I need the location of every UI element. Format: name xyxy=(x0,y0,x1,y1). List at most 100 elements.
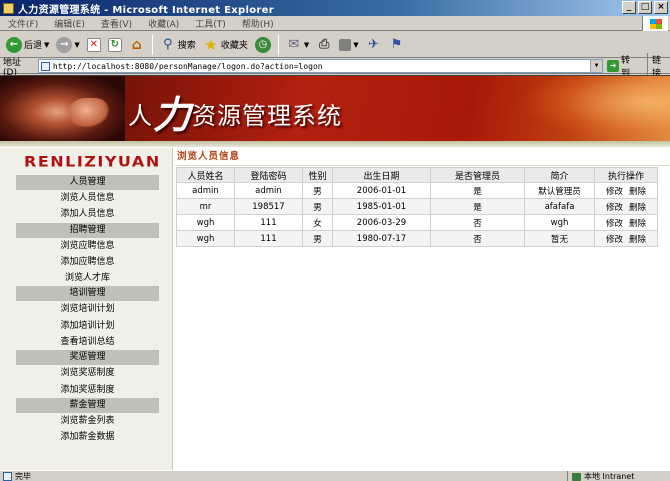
edit-button[interactable]: ▼ xyxy=(337,34,360,56)
sidebar-item-browse-rewards[interactable]: 浏览奖惩制度 xyxy=(16,365,159,381)
address-input[interactable]: http://localhost:8080/personManage/logon… xyxy=(37,59,604,73)
sidebar-item-browse-training[interactable]: 浏览培训计划 xyxy=(16,301,159,317)
page-icon xyxy=(40,62,50,71)
sidebar-section-rewards: 奖惩管理 xyxy=(16,350,159,366)
menu-edit[interactable]: 编辑(E) xyxy=(46,17,93,30)
research-icon: ⚑ xyxy=(390,37,403,52)
cell-password: 111 xyxy=(234,230,303,247)
stop-icon: ✕ xyxy=(86,37,101,52)
edit-link[interactable]: 修改 xyxy=(606,235,623,245)
column-header-password: 登陆密码 xyxy=(234,167,303,183)
address-url: http://localhost:8080/personManage/logon… xyxy=(52,61,323,71)
close-button[interactable]: × xyxy=(654,1,668,14)
cell-intro: wgh xyxy=(524,214,595,231)
edit-icon xyxy=(339,38,352,51)
menu-bar: 文件(F) 编辑(E) 查看(V) 收藏(A) 工具(T) 帮助(H) xyxy=(0,16,670,31)
cell-birth-date: 2006-01-01 xyxy=(332,182,431,199)
refresh-button[interactable]: ↻ xyxy=(106,34,124,56)
cell-birth-date: 1980-07-17 xyxy=(332,230,431,247)
cell-name: admin xyxy=(176,182,235,199)
cell-name: wgh xyxy=(176,214,235,231)
cell-intro: 暂无 xyxy=(524,230,595,247)
page-viewport: 人力资源管理系统 RENLIZIYUAN 人员管理 浏览人员信息 添加人员信息 … xyxy=(0,75,670,470)
search-icon: ⚲ xyxy=(163,37,173,52)
research-button[interactable]: ⚑ xyxy=(387,34,407,56)
refresh-icon: ↻ xyxy=(107,37,122,52)
column-header-birth-date: 出生日期 xyxy=(332,167,431,183)
delete-link[interactable]: 删除 xyxy=(629,219,646,229)
header-banner: 人力资源管理系统 xyxy=(0,76,670,141)
banner-divider xyxy=(0,141,670,147)
sidebar-item-browse-applicants[interactable]: 浏览应聘信息 xyxy=(16,238,159,254)
cell-is-admin: 否 xyxy=(430,230,525,247)
menu-tools[interactable]: 工具(T) xyxy=(187,17,234,30)
cell-password: admin xyxy=(234,182,303,199)
stop-button[interactable]: ✕ xyxy=(85,34,103,56)
intranet-zone-icon xyxy=(572,472,581,481)
sidebar-item-add-applicants[interactable]: 添加应聘信息 xyxy=(16,254,159,270)
messenger-button[interactable]: ✈ xyxy=(364,34,384,56)
delete-link[interactable]: 删除 xyxy=(629,203,646,213)
sidebar-item-browse-salary[interactable]: 浏览薪金列表 xyxy=(16,413,159,429)
sidebar: RENLIZIYUAN 人员管理 浏览人员信息 添加人员信息 招聘管理 浏览应聘… xyxy=(0,148,173,470)
cell-intro: afafafa xyxy=(524,198,595,215)
delete-link[interactable]: 删除 xyxy=(629,235,646,245)
ie-page-icon xyxy=(3,2,14,14)
page-title: 浏览人员信息 xyxy=(175,148,670,166)
cell-gender: 男 xyxy=(302,230,333,247)
printer-icon: ⎙ xyxy=(319,37,330,52)
sidebar-section-salary: 薪金管理 xyxy=(16,397,159,413)
back-button[interactable]: ← 后退 ▼ xyxy=(4,34,51,56)
print-button[interactable]: ⎙ xyxy=(314,34,334,56)
cell-name: wgh xyxy=(176,230,235,247)
cell-actions: 修改 删除 xyxy=(594,182,658,199)
page-done-icon xyxy=(3,471,12,481)
cell-gender: 女 xyxy=(302,214,333,231)
edit-link[interactable]: 修改 xyxy=(606,187,623,197)
menu-help[interactable]: 帮助(H) xyxy=(234,17,282,30)
cell-actions: 修改 删除 xyxy=(594,198,658,215)
toolbar-separator xyxy=(151,34,153,55)
cell-gender: 男 xyxy=(302,182,333,199)
sidebar-item-talent-pool[interactable]: 浏览人才库 xyxy=(16,270,159,286)
edit-link[interactable]: 修改 xyxy=(606,219,623,229)
messenger-icon: ✈ xyxy=(368,37,380,52)
minimize-button[interactable]: _ xyxy=(622,1,636,14)
sidebar-item-browse-personnel[interactable]: 浏览人员信息 xyxy=(16,190,159,206)
cell-is-admin: 否 xyxy=(430,214,525,231)
edit-dropdown-icon[interactable]: ▼ xyxy=(353,41,358,49)
mail-button[interactable]: ✉ ▼ xyxy=(284,34,311,56)
cell-password: 111 xyxy=(234,214,303,231)
delete-link[interactable]: 删除 xyxy=(629,187,646,197)
table-row: mr 198517 男 1985-01-01 是 afafafa 修改 删除 xyxy=(176,198,658,215)
table-row: wgh 111 女 2006-03-29 否 wgh 修改 删除 xyxy=(176,214,658,231)
address-dropdown-icon[interactable]: ▼ xyxy=(590,60,603,72)
search-button[interactable]: ⚲ 搜索 xyxy=(158,34,198,56)
system-title-big-char: 力 xyxy=(153,92,193,137)
column-header-is-admin: 是否管理员 xyxy=(430,167,525,183)
table-row: wgh 111 男 1980-07-17 否 暂无 修改 删除 xyxy=(176,230,658,247)
forward-dropdown-icon[interactable]: ▼ xyxy=(74,41,79,49)
sidebar-item-add-salary[interactable]: 添加薪金数据 xyxy=(16,429,159,445)
menu-favorites[interactable]: 收藏(A) xyxy=(140,17,187,30)
sidebar-item-training-summary[interactable]: 查看培训总结 xyxy=(16,334,159,350)
star-icon: ★ xyxy=(204,35,218,54)
maximize-button[interactable]: □ xyxy=(638,1,652,14)
mail-dropdown-icon[interactable]: ▼ xyxy=(304,41,309,49)
home-button[interactable]: ⌂ xyxy=(127,34,147,56)
menu-file[interactable]: 文件(F) xyxy=(0,17,46,30)
forward-button[interactable]: → ▼ xyxy=(54,34,81,56)
favorites-button[interactable]: ★ 收藏夹 xyxy=(201,34,250,56)
history-button[interactable]: ◷ xyxy=(253,34,273,56)
sidebar-item-add-training[interactable]: 添加培训计划 xyxy=(16,318,159,334)
home-icon: ⌂ xyxy=(131,36,142,53)
edit-link[interactable]: 修改 xyxy=(606,203,623,213)
back-dropdown-icon[interactable]: ▼ xyxy=(44,41,49,49)
cell-gender: 男 xyxy=(302,198,333,215)
sidebar-item-add-personnel[interactable]: 添加人员信息 xyxy=(16,206,159,222)
table-header-row: 人员姓名 登陆密码 性别 出生日期 是否管理员 简介 执行操作 xyxy=(176,167,658,183)
sidebar-item-add-rewards[interactable]: 添加奖惩制度 xyxy=(16,382,159,398)
menu-view[interactable]: 查看(V) xyxy=(93,17,140,30)
cell-is-admin: 是 xyxy=(430,182,525,199)
back-arrow-icon: ← xyxy=(6,36,22,53)
